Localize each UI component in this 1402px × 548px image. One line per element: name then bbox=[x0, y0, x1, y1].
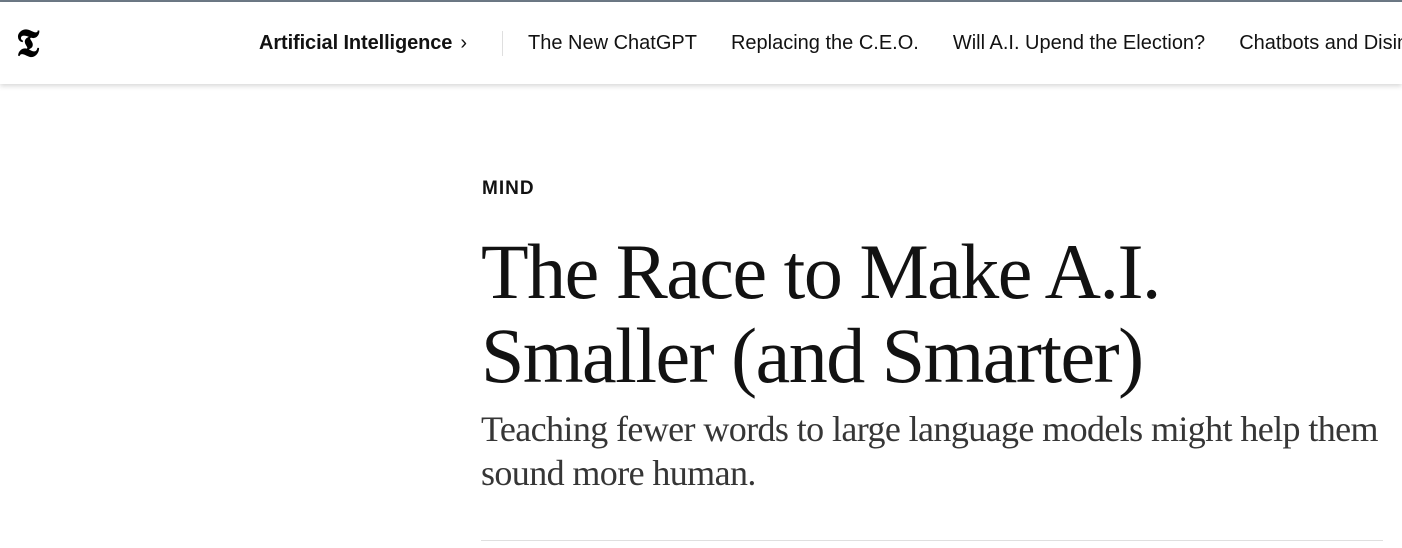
chevron-right-icon: › bbox=[460, 32, 467, 54]
nyt-logo-icon[interactable]: 𝕿 bbox=[16, 24, 50, 62]
section-link-artificial-intelligence[interactable]: Artificial Intelligence › bbox=[259, 30, 467, 56]
nav-link-new-chatgpt[interactable]: The New ChatGPT bbox=[528, 30, 697, 56]
article-summary: Teaching fewer words to large language m… bbox=[481, 409, 1379, 493]
site-header: 𝕿 Artificial Intelligence › The New ChatG… bbox=[0, 2, 1402, 84]
article-kicker[interactable]: MIND bbox=[482, 178, 535, 200]
header-divider bbox=[481, 540, 1383, 541]
nav-link-chatbots-disinformation[interactable]: Chatbots and Disinformation bbox=[1239, 30, 1402, 56]
nav-link-replacing-ceo[interactable]: Replacing the C.E.O. bbox=[731, 30, 919, 56]
nav-divider bbox=[502, 31, 503, 56]
section-label: Artificial Intelligence bbox=[259, 32, 453, 54]
section-nav: The New ChatGPT Replacing the C.E.O. Wil… bbox=[528, 30, 1402, 56]
article-headline: The Race to Make A.I. Smaller (and Smart… bbox=[481, 228, 1161, 399]
nav-link-upend-election[interactable]: Will A.I. Upend the Election? bbox=[953, 30, 1205, 56]
